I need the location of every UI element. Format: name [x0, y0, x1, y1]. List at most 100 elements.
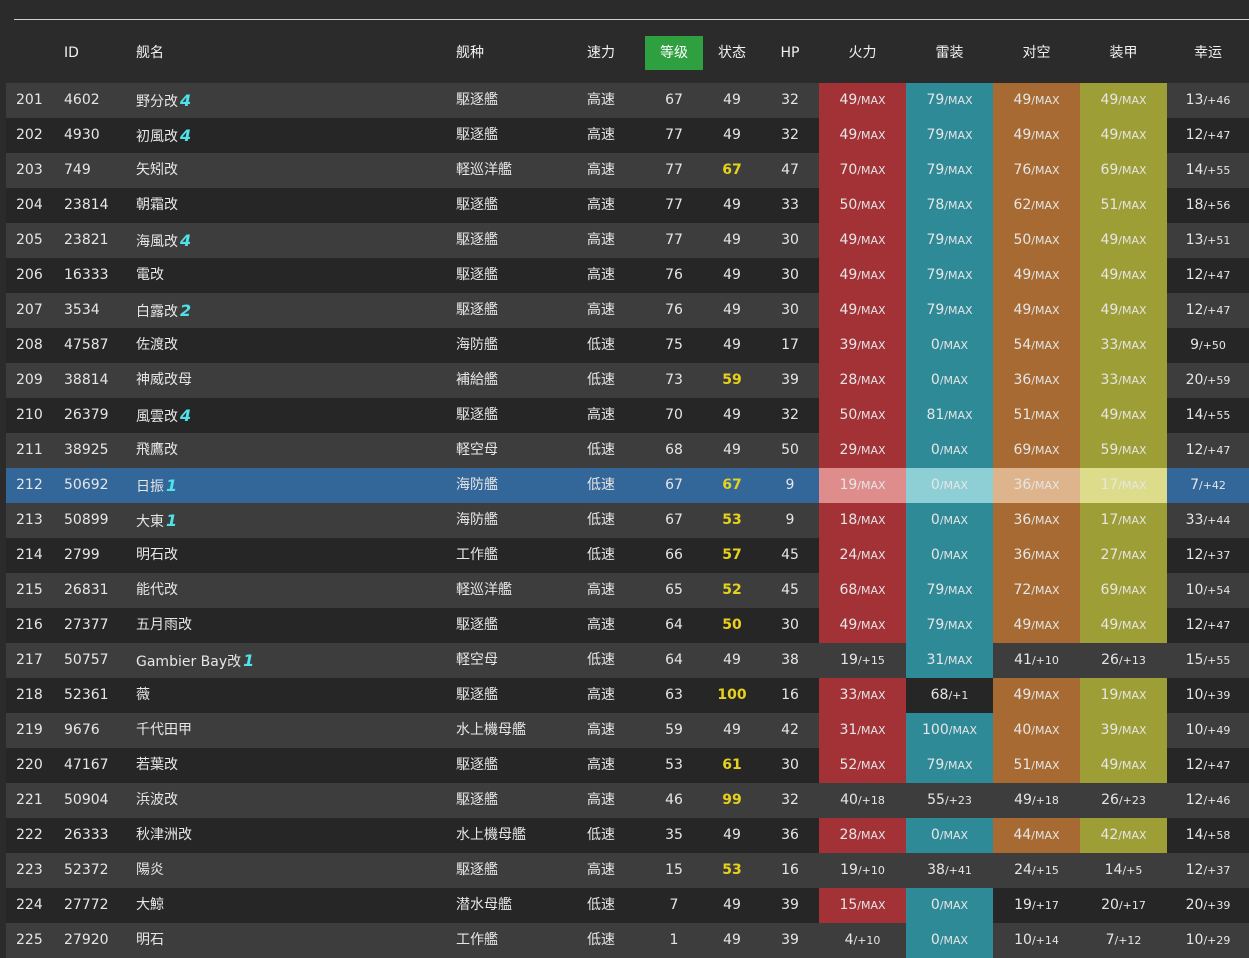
- col-header-id[interactable]: ID: [64, 36, 79, 70]
- col-header-type[interactable]: 舰种: [456, 36, 484, 70]
- table-row[interactable]: 221 50904 浜波改 駆逐艦 高速 46 99 32 40/+18 55/+23 49/+18…: [6, 783, 1249, 818]
- ship-hp: 9: [785, 477, 795, 493]
- row-number: 223: [16, 862, 43, 878]
- table-row[interactable]: 204 23814 朝霜改 駆逐艦 高速 77 49 33 50/MAX 78/MAX 62/MAX…: [6, 188, 1249, 223]
- torpedo-value: 0: [930, 932, 940, 948]
- stat-antiair: 72/MAX: [993, 573, 1080, 608]
- antiair-remaining: /MAX: [1031, 269, 1060, 282]
- table-row[interactable]: 213 50899 大東 1 海防艦 低速 67 53 9 18/MAX 0/MAX 36/MAX 17…: [6, 503, 1249, 538]
- stat-armor: 49/MAX: [1080, 83, 1167, 118]
- ship-name: 明石: [136, 932, 164, 948]
- ship-id: 50692: [64, 477, 109, 493]
- ship-condition: 52: [722, 582, 742, 598]
- firepower-remaining: /MAX: [857, 514, 886, 527]
- ship-id: 50904: [64, 792, 109, 808]
- stat-antiair: 41/+10: [993, 643, 1080, 678]
- ship-id: 38814: [64, 372, 109, 388]
- remodel-rank-badge: 1: [243, 651, 255, 670]
- col-header-level[interactable]: 等级: [645, 36, 703, 70]
- ship-type: 軽巡洋艦: [456, 582, 512, 598]
- table-row[interactable]: 209 38814 神威改母 補給艦 低速 73 59 39 28/MAX 0/MAX 36/MAX…: [6, 363, 1249, 398]
- stat-torpedo: 79/MAX: [906, 153, 993, 188]
- antiair-value: 36: [1013, 512, 1032, 528]
- ship-name: 薇: [136, 687, 150, 703]
- ship-name-cell: 明石: [136, 923, 446, 958]
- antiair-remaining: /MAX: [1031, 374, 1060, 387]
- ship-condition: 49: [723, 652, 741, 668]
- firepower-remaining: /MAX: [857, 689, 886, 702]
- col-header-antiair[interactable]: 对空: [993, 36, 1080, 70]
- table-row[interactable]: 216 27377 五月雨改 駆逐艦 高速 64 50 30 49/MAX 79/MAX 49/MA…: [6, 608, 1249, 643]
- table-row[interactable]: 202 4930 初風改 4 駆逐艦 高速 77 49 32 49/MAX 79/MAX 49/MAX…: [6, 118, 1249, 153]
- antiair-remaining: /+10: [1031, 654, 1059, 667]
- table-row[interactable]: 207 3534 白露改 2 駆逐艦 高速 76 49 30 49/MAX 79/MAX 49/MAX…: [6, 293, 1249, 328]
- torpedo-remaining: /MAX: [944, 584, 973, 597]
- torpedo-value: 31: [926, 652, 945, 668]
- table-row[interactable]: 223 52372 陽炎 駆逐艦 高速 15 53 16 19/+10 38/+41 24/+15 1…: [6, 853, 1249, 888]
- ship-type: 駆逐艦: [456, 127, 498, 143]
- firepower-remaining: /MAX: [857, 234, 886, 247]
- col-header-firepower[interactable]: 火力: [819, 36, 906, 70]
- firepower-value: 49: [839, 232, 858, 248]
- ship-level: 15: [665, 862, 683, 878]
- stat-torpedo: 0/MAX: [906, 888, 993, 923]
- stat-torpedo: 0/MAX: [906, 538, 993, 573]
- ship-level: 59: [665, 722, 683, 738]
- torpedo-value: 79: [926, 757, 945, 773]
- antiair-value: 49: [1013, 302, 1032, 318]
- ship-id: 23821: [64, 232, 109, 248]
- luck-value: 12: [1185, 792, 1204, 808]
- remodel-rank-badge: 1: [166, 511, 178, 530]
- col-header-torpedo[interactable]: 雷装: [906, 36, 993, 70]
- table-row[interactable]: 208 47587 佐渡改 海防艦 低速 75 49 17 39/MAX 0/MAX 54/MAX 3…: [6, 328, 1249, 363]
- stat-firepower: 28/MAX: [819, 818, 906, 853]
- table-row[interactable]: 224 27772 大鯨 潜水母艦 低速 7 49 39 15/MAX 0/MAX 19/+17 20…: [6, 888, 1249, 923]
- table-row[interactable]: 210 26379 風雲改 4 駆逐艦 高速 70 49 32 50/MAX 81/MAX 51/MA…: [6, 398, 1249, 433]
- antiair-remaining: /MAX: [1031, 549, 1060, 562]
- table-row[interactable]: 215 26831 能代改 軽巡洋艦 高速 65 52 45 68/MAX 79/MAX 72/MA…: [6, 573, 1249, 608]
- table-row[interactable]: 211 38925 飛鷹改 軽空母 低速 68 49 50 29/MAX 0/MAX 69/MAX 5…: [6, 433, 1249, 468]
- stat-firepower: 49/MAX: [819, 83, 906, 118]
- col-header-hp[interactable]: HP: [761, 36, 819, 70]
- col-header-condition[interactable]: 状态: [703, 36, 761, 70]
- table-row[interactable]: 205 23821 海風改 4 駆逐艦 高速 77 49 30 49/MAX 79/MAX 50/MA…: [6, 223, 1249, 258]
- table-row[interactable]: 225 27920 明石 工作艦 低速 1 49 39 4/+10 0/MAX 10/+14 7/+1…: [6, 923, 1249, 958]
- stat-firepower: 39/MAX: [819, 328, 906, 363]
- stat-torpedo: 81/MAX: [906, 398, 993, 433]
- luck-value: 15: [1185, 652, 1204, 668]
- table-row[interactable]: 218 52361 薇駆逐艦 高速 63 100 16 33/MAX 68/+1 49/MAX 19…: [6, 678, 1249, 713]
- torpedo-remaining: /MAX: [944, 234, 973, 247]
- ship-speed: 低速: [587, 827, 615, 843]
- table-row[interactable]: 201 4602 野分改 4 駆逐艦 高速 67 49 32 49/MAX 79/MAX 49/MAX…: [6, 83, 1249, 118]
- table-row[interactable]: 206 16333 電改 駆逐艦 高速 76 49 30 49/MAX 79/MAX 49/MAX 4…: [6, 258, 1249, 293]
- table-row[interactable]: 217 50757 Gambier Bay改 1 軽空母 低速 64 49 38 19/+15 31…: [6, 643, 1249, 678]
- armor-remaining: /MAX: [1118, 619, 1147, 632]
- col-header-luck[interactable]: 幸运: [1167, 36, 1249, 70]
- armor-value: 69: [1100, 582, 1119, 598]
- table-row[interactable]: 214 2799 明石改 工作艦 低速 66 57 45 24/MAX 0/MAX 36/MAX 27…: [6, 538, 1249, 573]
- col-header-armor[interactable]: 装甲: [1080, 36, 1167, 70]
- ship-id: 23814: [64, 197, 109, 213]
- table-row-selected[interactable]: 212 50692 日振 1 海防艦 低速 67 67 9 19/MAX 0/MAX 36/MAX 17…: [6, 468, 1249, 503]
- table-row[interactable]: 220 47167 若葉改 駆逐艦 高速 53 61 30 52/MAX 79/MAX 51/MAX…: [6, 748, 1249, 783]
- col-header-name[interactable]: 舰名: [136, 36, 164, 70]
- stat-luck: 20/+59: [1167, 363, 1249, 398]
- stat-torpedo: 79/MAX: [906, 118, 993, 153]
- ship-id: 26333: [64, 827, 109, 843]
- torpedo-value: 0: [930, 827, 940, 843]
- ship-type: 軽空母: [456, 442, 498, 458]
- row-number: 214: [16, 547, 43, 563]
- firepower-value: 68: [839, 582, 858, 598]
- table-row[interactable]: 203 749 矢矧改 軽巡洋艦 高速 77 67 47 70/MAX 79/MAX 76/MAX 6…: [6, 153, 1249, 188]
- row-number: 221: [16, 792, 43, 808]
- table-row[interactable]: 222 26333 秋津洲改 水上機母艦 低速 35 49 36 28/MAX 0/MAX 44/M…: [6, 818, 1249, 853]
- table-row[interactable]: 219 9676 千代田甲 水上機母艦 高速 59 49 42 31/MAX 100/MAX 40/…: [6, 713, 1249, 748]
- stat-luck: 12/+46: [1167, 783, 1249, 818]
- ship-hp: 36: [781, 827, 799, 843]
- ship-name: 神威改母: [136, 372, 192, 388]
- row-number: 202: [16, 127, 43, 143]
- firepower-remaining: /+10: [857, 864, 885, 877]
- antiair-remaining: /MAX: [1031, 304, 1060, 317]
- col-header-speed[interactable]: 速力: [587, 36, 615, 70]
- stat-torpedo: 79/MAX: [906, 293, 993, 328]
